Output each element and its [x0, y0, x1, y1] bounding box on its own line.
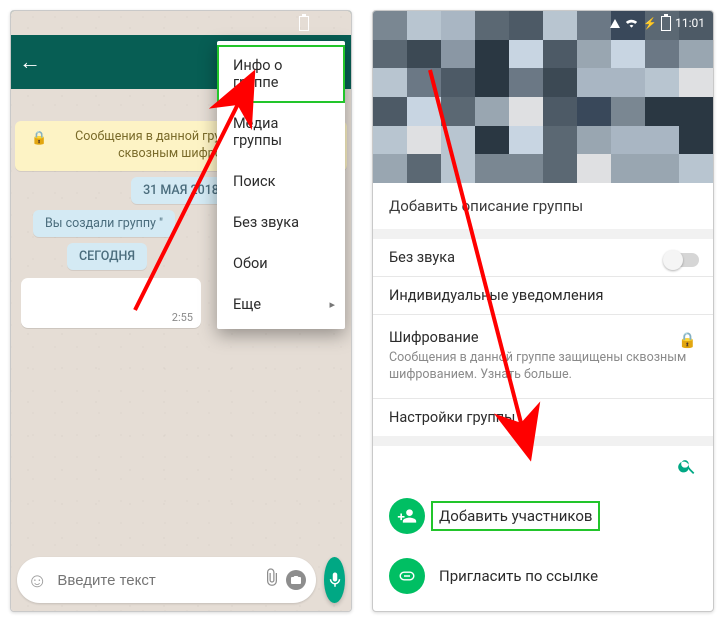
wifi-icon — [624, 16, 639, 31]
pixelated-image — [373, 11, 713, 183]
add-description-label: Добавить описание группы — [389, 197, 583, 215]
attach-icon[interactable] — [262, 568, 282, 593]
add-person-icon — [389, 498, 425, 534]
participants-avatars — [373, 606, 713, 612]
participants-search[interactable] — [373, 446, 713, 486]
signal-icon — [610, 19, 620, 28]
encryption-subtext: Сообщения в данной группе защищены сквоз… — [389, 350, 697, 384]
menu-search[interactable]: Поиск — [217, 161, 345, 202]
overflow-menu: Инфо о группе Медиа группы Поиск Без зву… — [217, 41, 345, 329]
battery-icon — [299, 16, 309, 31]
status-bar: ⚡ 11:01 — [373, 11, 713, 35]
mute-toggle[interactable] — [665, 253, 699, 267]
menu-mute-label: Без звука — [233, 214, 299, 231]
divider — [373, 436, 713, 446]
menu-wallpaper-label: Обои — [233, 255, 268, 272]
emoji-icon[interactable]: ☺ — [27, 568, 47, 593]
phone-group-info: ⚡ 11:01 Добавить описание группы Без зву… — [372, 10, 714, 612]
system-message: Вы создали группу " — [33, 210, 175, 237]
menu-group-media-label: Медиа группы — [233, 115, 282, 149]
mic-button[interactable] — [324, 557, 345, 603]
menu-more[interactable]: Еще ▸ — [217, 284, 345, 325]
search-icon — [677, 456, 697, 476]
group-settings-row[interactable]: Настройки группы — [373, 399, 713, 436]
invite-link-row[interactable]: Пригласить по ссылке — [373, 546, 713, 606]
link-icon — [389, 558, 425, 594]
lock-icon: 🔒 — [678, 331, 697, 349]
back-icon[interactable]: ← — [19, 49, 41, 75]
lock-icon: 🔒 — [31, 130, 47, 148]
encryption-row[interactable]: Шифрование 🔒 Сообщения в данной группе з… — [373, 315, 713, 398]
encryption-label: Шифрование — [389, 329, 479, 346]
menu-more-label: Еще — [233, 296, 261, 313]
custom-notifications-label: Индивидуальные уведомления — [389, 287, 603, 304]
message-bubble[interactable]: 2:55 — [21, 278, 201, 328]
battery-icon — [661, 16, 671, 31]
menu-group-info[interactable]: Инфо о группе — [217, 45, 345, 103]
group-settings-label: Настройки группы — [389, 409, 515, 426]
invite-link-label: Пригласить по ссылке — [439, 567, 598, 585]
mute-row[interactable]: Без звука — [373, 239, 713, 276]
phone-chat: ⚡ 11:02 ← 🔒 Сообщения в данной группе за… — [10, 10, 352, 612]
message-input[interactable] — [55, 571, 258, 590]
group-cover-image[interactable] — [373, 11, 713, 183]
mute-label: Без звука — [389, 249, 455, 266]
menu-group-info-label: Инфо о группе — [233, 57, 282, 91]
date-chip: 31 МАЯ 2018 — [131, 177, 231, 204]
message-time: 2:55 — [172, 311, 193, 324]
stage: ⚡ 11:02 ← 🔒 Сообщения в данной группе за… — [0, 0, 721, 622]
divider — [373, 229, 713, 239]
add-participants-label: Добавить участников — [431, 501, 600, 531]
menu-search-label: Поиск — [233, 173, 275, 190]
menu-mute[interactable]: Без звука — [217, 202, 345, 243]
add-participants-row[interactable]: Добавить участников — [373, 486, 713, 546]
camera-icon[interactable] — [286, 570, 306, 590]
custom-notifications-row[interactable]: Индивидуальные уведомления — [373, 277, 713, 314]
add-description-row[interactable]: Добавить описание группы — [373, 183, 713, 229]
status-time: 11:01 — [675, 16, 705, 30]
menu-group-media[interactable]: Медиа группы — [217, 103, 345, 161]
message-input-wrapper[interactable]: ☺ — [17, 557, 316, 603]
menu-wallpaper[interactable]: Обои — [217, 243, 345, 284]
chevron-right-icon: ▸ — [329, 298, 335, 311]
date-chip-today: СЕГОДНЯ — [67, 243, 147, 270]
message-composer: ☺ — [17, 557, 345, 603]
charging-icon: ⚡ — [643, 17, 657, 30]
